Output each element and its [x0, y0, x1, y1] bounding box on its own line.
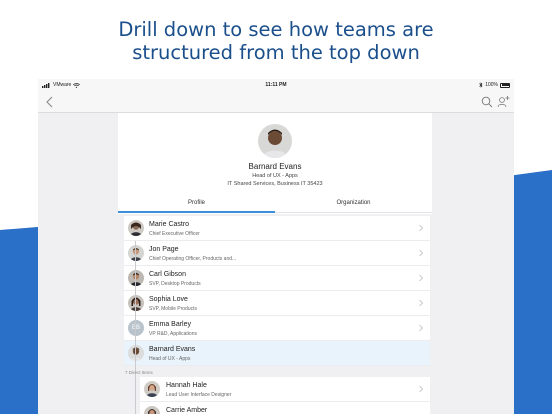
person-photo-icon	[144, 381, 160, 397]
headline-line-1: Drill down to see how teams are	[118, 18, 434, 41]
person-name: Sophia Love	[149, 296, 188, 303]
avatar-initials: EB	[128, 320, 144, 336]
person-name: Carrie Amber	[166, 407, 208, 414]
profile-org: IT Shared Services, Business IT 35423	[227, 181, 323, 187]
add-user-icon[interactable]	[497, 95, 510, 108]
person-title: SVP, Mobile Products	[149, 306, 197, 312]
chevron-right-icon	[419, 249, 424, 257]
list-item[interactable]: Sophia Love SVP, Mobile Products	[124, 291, 430, 316]
tree-connector-line	[135, 241, 136, 414]
person-photo-icon	[128, 295, 144, 311]
person-name: Emma Barley	[149, 321, 192, 328]
person-photo-icon	[128, 270, 144, 286]
chevron-right-icon	[419, 324, 424, 332]
bluetooth-icon	[479, 82, 483, 88]
battery-icon	[500, 82, 510, 88]
list-item[interactable]: Marie Castro Chief Executive Officer	[124, 216, 430, 241]
person-name: Hannah Hale	[166, 382, 207, 389]
person-name: Barnard Evans	[149, 346, 196, 353]
direct-reports-label: 7 Direct Items	[125, 370, 153, 375]
person-name: Carl Gibson	[149, 271, 186, 278]
device-screen: VMware 11:11 PM 100% Barnard Evans Head …	[38, 79, 514, 414]
avatar: EB	[128, 320, 144, 336]
avatar	[128, 345, 144, 361]
person-title: Head of UX - Apps	[149, 356, 191, 362]
person-title: Lead User Interface Designer	[166, 392, 232, 398]
search-icon[interactable]	[481, 96, 493, 108]
tab-organization[interactable]: Organization	[275, 200, 432, 206]
tab-profile[interactable]: Profile	[118, 200, 275, 206]
person-name: Jon Page	[149, 246, 179, 253]
battery-percent: 100%	[485, 82, 498, 88]
list-item[interactable]: Hannah Hale Lead User Interface Designer	[140, 377, 430, 402]
chevron-right-icon	[419, 385, 424, 393]
person-photo-icon	[258, 124, 292, 158]
chevron-right-icon	[419, 224, 424, 232]
avatar	[144, 406, 160, 414]
person-photo-icon	[144, 406, 160, 414]
chevron-right-icon	[419, 299, 424, 307]
person-title: Chief Operating Officer, Products and...	[149, 256, 237, 262]
navigation-bar	[38, 91, 514, 113]
status-time: 11:11 PM	[265, 82, 287, 88]
chevron-left-icon[interactable]	[44, 95, 56, 109]
list-item[interactable]: EB Emma Barley VP R&D, Applications	[124, 316, 430, 341]
avatar	[128, 270, 144, 286]
person-photo-icon	[128, 220, 144, 236]
list-item[interactable]: Carl Gibson SVP, Desktop Products	[124, 266, 430, 291]
list-item[interactable]: Jon Page Chief Operating Officer, Produc…	[124, 241, 430, 266]
tab-selected-indicator	[118, 211, 275, 213]
profile-name: Barnard Evans	[248, 162, 302, 171]
list-item-current[interactable]: Barnard Evans Head of UX - Apps	[124, 341, 430, 366]
person-title: Chief Executive Officer	[149, 231, 200, 237]
avatar	[144, 381, 160, 397]
avatar	[128, 295, 144, 311]
person-title: VP R&D, Applications	[149, 331, 197, 337]
person-title: SVP, Desktop Products	[149, 281, 201, 287]
avatar	[128, 245, 144, 261]
avatar	[128, 220, 144, 236]
chevron-right-icon	[419, 274, 424, 282]
person-photo-icon	[128, 245, 144, 261]
status-bar: VMware 11:11 PM 100%	[38, 79, 514, 91]
profile-role: Head of UX - Apps	[252, 173, 298, 179]
person-photo-icon	[128, 345, 144, 361]
marketing-headline: Drill down to see how teams are structur…	[0, 18, 552, 64]
headline-line-2: structured from the top down	[132, 41, 420, 64]
list-item[interactable]: Carrie Amber	[140, 402, 430, 414]
person-name: Marie Castro	[149, 221, 190, 228]
avatar	[258, 124, 292, 158]
status-right: 100%	[479, 82, 510, 88]
profile-tabs: Profile Organization	[118, 196, 432, 213]
